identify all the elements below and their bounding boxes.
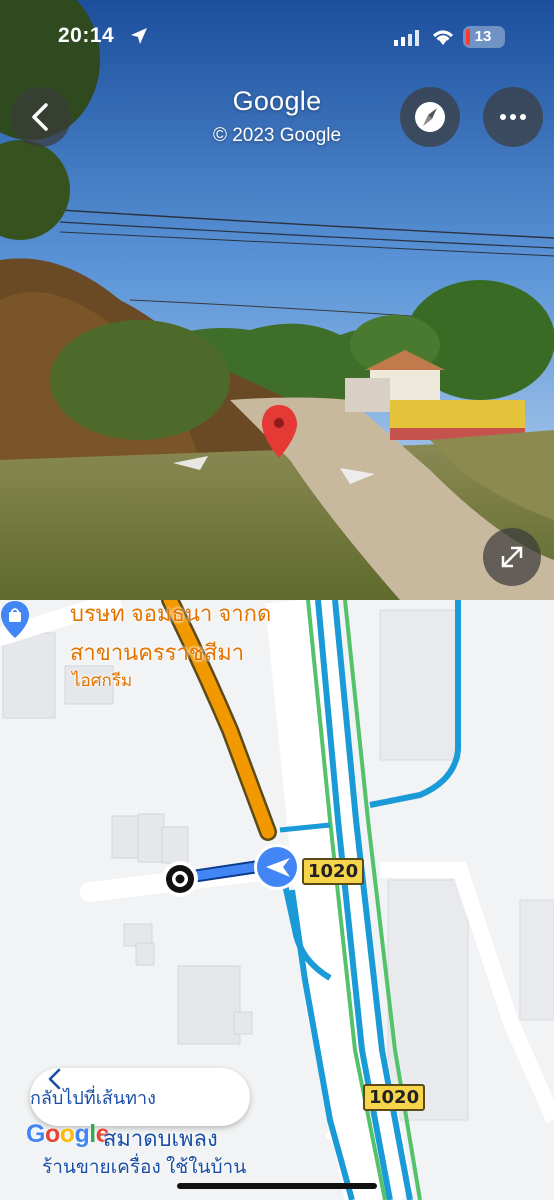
route-shield: 1020 — [302, 858, 365, 885]
current-position-icon — [254, 844, 300, 890]
route-shield: 1020 — [363, 1084, 426, 1111]
poi-shop-name[interactable]: สมาดบเพลง — [103, 1121, 218, 1156]
wifi-icon — [433, 30, 453, 45]
more-options-button[interactable] — [483, 87, 543, 147]
map-pane[interactable]: บรษท จอมธนา จากด สาขานครราชสีมา ไอศกรีม … — [0, 600, 554, 1200]
route-start-icon — [162, 861, 198, 897]
poi-company-name[interactable]: บรษท จอมธนา จากด — [70, 600, 271, 631]
battery-level: 13 — [474, 28, 492, 45]
google-logo: Google — [26, 1120, 110, 1148]
home-indicator[interactable] — [177, 1183, 377, 1189]
street-view-header: Google © 2023 Google — [0, 86, 554, 147]
shopping-bag-pin-icon[interactable] — [0, 600, 30, 640]
compass-icon — [415, 102, 445, 132]
status-bar: 20:14 13 — [0, 0, 554, 72]
poi-company-branch[interactable]: สาขานครราชสีมา — [70, 635, 244, 670]
ellipsis-icon — [500, 114, 526, 120]
poi-icecream-category[interactable]: ไอศกรีม — [72, 667, 132, 694]
poi-shop-category[interactable]: ร้านขายเครื่อง ใช้ในบ้าน — [42, 1152, 246, 1182]
expand-button[interactable] — [483, 528, 541, 586]
location-arrow-icon — [131, 28, 147, 44]
compass-button[interactable] — [400, 87, 460, 147]
street-view-copyright: © 2023 Google — [212, 125, 342, 146]
expand-icon — [501, 546, 523, 568]
back-button[interactable] — [11, 87, 71, 147]
street-view-title: Google — [232, 86, 322, 116]
street-view-pane[interactable]: 20:14 13 Google © 2023 Google — [0, 0, 554, 600]
battery-indicator: 13 — [463, 26, 505, 48]
status-time: 20:14 — [58, 24, 115, 47]
chevron-left-icon — [32, 103, 48, 131]
back-to-route-button[interactable]: กลับไปที่เส้นทาง — [30, 1068, 250, 1126]
cellular-signal-icon — [394, 30, 419, 46]
chevron-left-icon — [48, 1068, 61, 1090]
